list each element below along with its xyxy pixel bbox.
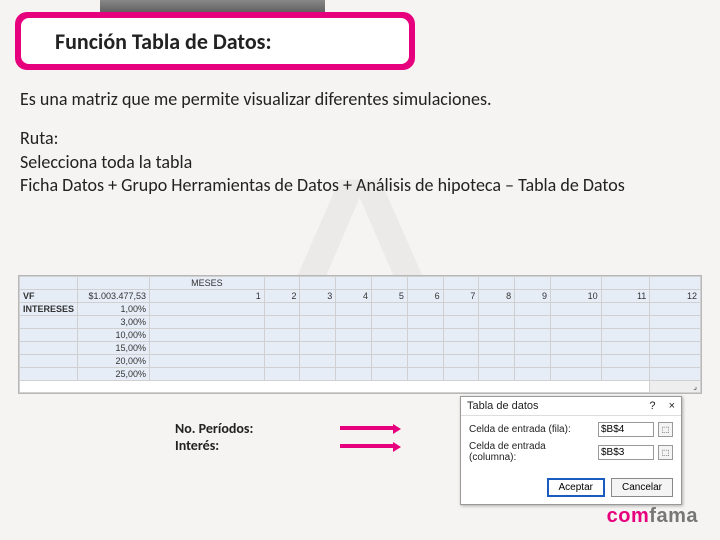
dialog-titlebar: Tabla de datos ? × [461,397,681,416]
month-cell: 2 [264,290,300,303]
ruta-step-2: Ficha Datos + Grupo Herramientas de Dato… [20,174,700,197]
col-input-field[interactable] [598,445,654,460]
arrow-icon [340,426,395,430]
month-cell: 10 [550,290,601,303]
brand-part-1: com [607,505,650,527]
month-cell: 12 [650,290,701,303]
title-banner-inner: Función Tabla de Datos: [21,18,409,64]
close-icon[interactable]: × [669,400,675,412]
ruta-step-1: Selecciona toda la tabla [20,151,700,174]
month-cell: 3 [300,290,336,303]
dialog-title: Tabla de datos [467,400,539,412]
rate-cell: 25,00% [78,368,150,381]
label-interes: Interés: [175,437,253,454]
slide-title: Función Tabla de Datos: [55,28,272,55]
field-labels: No. Períodos: Interés: [175,420,253,454]
range-picker-icon[interactable]: ⬚ [658,422,673,437]
title-banner: Función Tabla de Datos: [15,12,415,70]
row-vf-label: VF [20,290,78,303]
intro-text: Es una matriz que me permite visualizar … [20,88,700,111]
row-vf-value: $1.003.477,53 [78,290,150,303]
month-cell: 9 [515,290,551,303]
cancel-button[interactable]: Cancelar [611,478,673,497]
arrow-icon [340,444,395,448]
month-cell: 11 [601,290,650,303]
brand-part-2: fama [649,505,698,527]
row-input-field[interactable] [598,422,654,437]
rate-cell: 10,00% [78,329,150,342]
month-cell: 7 [443,290,479,303]
month-cell: 4 [336,290,372,303]
help-icon[interactable]: ? [649,400,655,412]
rate-cell: 3,00% [78,316,150,329]
body-text: Es una matriz que me permite visualizar … [20,88,700,198]
col-input-label: Celda de entrada (columna): [469,441,594,463]
rate-cell: 20,00% [78,355,150,368]
brand-logo: comfama [607,505,698,528]
rate-cell: 15,00% [78,342,150,355]
accept-button[interactable]: Aceptar [547,478,605,497]
month-cell: 8 [479,290,515,303]
month-cell: 5 [372,290,408,303]
row-int-label: INTERESES [20,303,78,316]
header-meses: MESES [150,277,265,290]
range-picker-icon[interactable]: ⬚ [658,445,673,460]
ruta-label: Ruta: [20,127,700,150]
spreadsheet-preview: MESES VF $1.003.477,53 1 2 3 4 5 6 7 8 9… [18,275,702,394]
rate-cell: 1,00% [78,303,150,316]
row-input-label: Celda de entrada (fila): [469,424,594,435]
data-table-dialog: Tabla de datos ? × Celda de entrada (fil… [460,396,682,505]
month-cell: 6 [407,290,443,303]
month-cell: 1 [150,290,265,303]
label-periodos: No. Períodos: [175,420,253,437]
scroll-corner-icon: ⌟ [650,381,701,393]
